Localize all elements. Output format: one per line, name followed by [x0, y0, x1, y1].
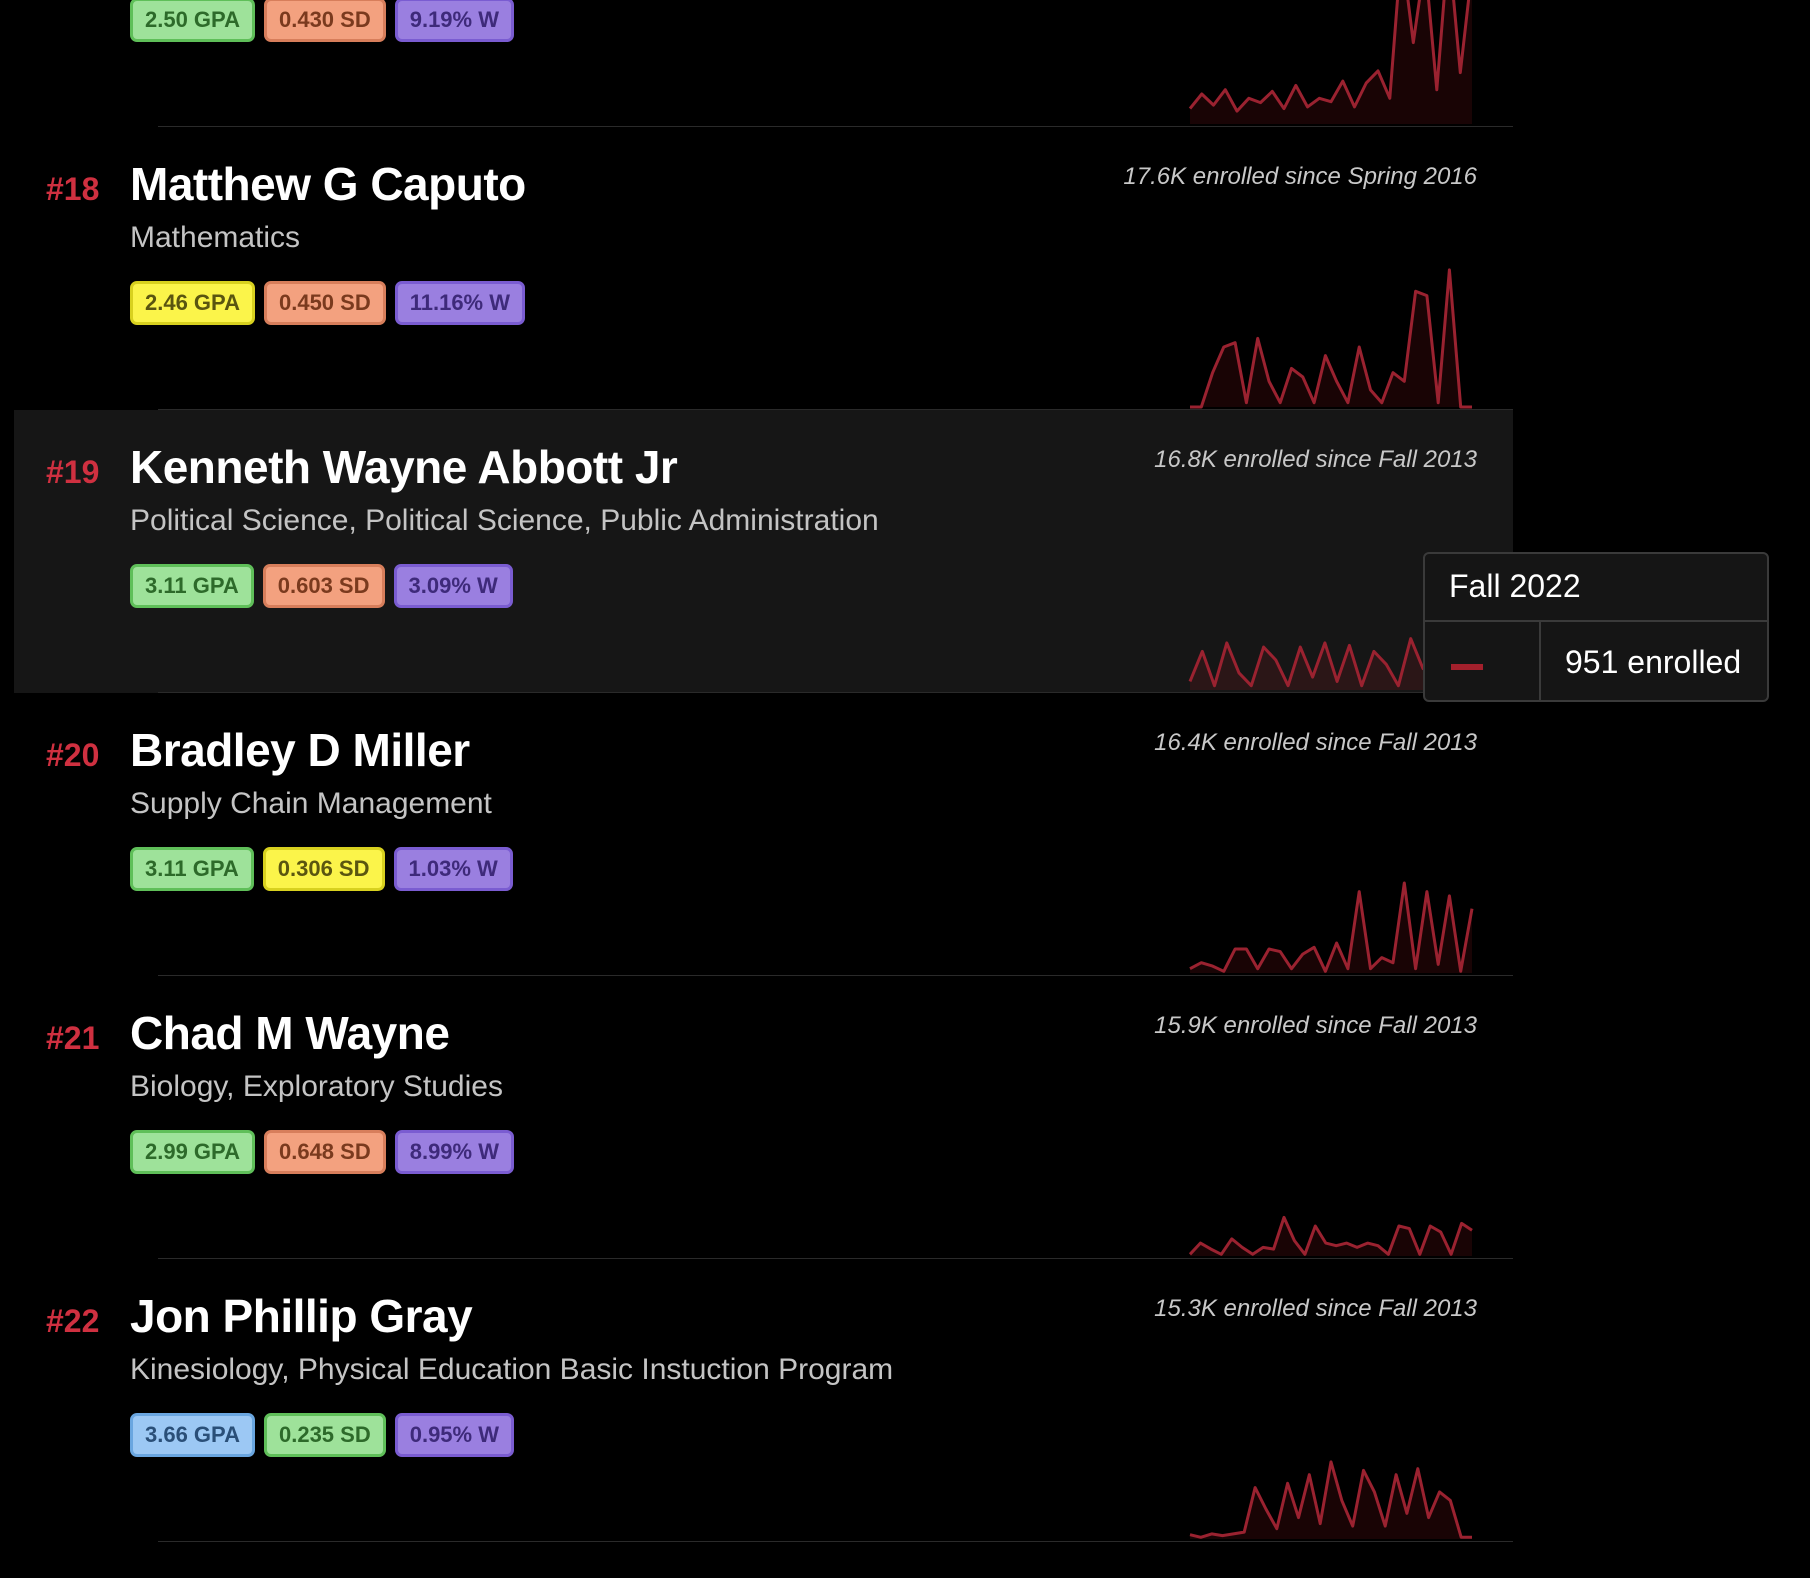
stat-badge: 0.648 SD	[263, 1130, 386, 1174]
professor-row[interactable]: #20 Bradley D Miller Supply Chain Manageme…	[0, 693, 1810, 976]
professor-row[interactable]: #18 Matthew G Caputo Mathematics 2.46 GPA 0.…	[0, 127, 1810, 410]
stat-badge: 0.450 SD	[263, 281, 386, 325]
enrollment-summary: 15.9K enrolled since Fall 2013	[1154, 1012, 1477, 1039]
professor-name[interactable]: Matthew G Caputo	[130, 157, 526, 211]
stat-badge: 2.46 GPA	[130, 281, 255, 325]
stat-badges: 3.11 GPA 0.306 SD 1.03% W	[130, 847, 513, 891]
rank-label: #21	[46, 1020, 100, 1056]
enrollment-sparkline[interactable]	[1188, 1056, 1473, 1256]
enrollment-sparkline[interactable]	[1188, 0, 1472, 124]
enrollment-summary: 17.6K enrolled since Spring 2016	[1123, 163, 1477, 190]
enrollment-sparkline[interactable]	[1189, 1339, 1472, 1539]
professor-row[interactable]: #22 Jon Phillip Gray Kinesiology, Physical…	[0, 1259, 1810, 1542]
enrollment-summary: 16.8K enrolled since Fall 2013	[1154, 446, 1477, 473]
stat-badge: 8.99% W	[394, 1130, 514, 1174]
stat-badge: 3.11 GPA	[130, 847, 254, 891]
tooltip-column-divider	[1539, 620, 1541, 700]
stat-badges: 2.50 GPA 0.430 SD 9.19% W	[130, 0, 514, 42]
series-swatch-icon	[1451, 664, 1483, 670]
professor-name[interactable]: Bradley D Miller	[130, 723, 470, 777]
stat-badges: 3.66 GPA 0.235 SD 0.95% W	[130, 1413, 514, 1457]
stat-badge: 0.306 SD	[262, 847, 385, 891]
stat-badge: 11.16% W	[394, 281, 525, 325]
stat-badge: 0.95% W	[394, 1413, 514, 1457]
chart-tooltip: Fall 2022 951 enrolled	[1423, 552, 1769, 702]
stat-badge: 2.99 GPA	[130, 1130, 255, 1174]
professor-row[interactable]: #17Lisa M CappellettiMathematics, Explor…	[0, 0, 1810, 127]
tooltip-term: Fall 2022	[1449, 568, 1581, 604]
sparkline-area	[1190, 1217, 1472, 1256]
stat-badge: 9.19% W	[394, 0, 514, 42]
stat-badge: 3.11 GPA	[130, 564, 254, 608]
tooltip-divider	[1425, 620, 1767, 622]
stat-badge: 0.235 SD	[263, 1413, 386, 1457]
professor-name[interactable]: Kenneth Wayne Abbott Jr	[130, 440, 678, 494]
professor-list: #17Lisa M CappellettiMathematics, Explor…	[0, 0, 1810, 1542]
stat-badge: 3.09% W	[393, 564, 513, 608]
stat-badges: 2.46 GPA 0.450 SD 11.16% W	[130, 281, 525, 325]
stat-badges: 3.11 GPA 0.603 SD 3.09% W	[130, 564, 513, 608]
stat-badge: 0.430 SD	[263, 0, 386, 42]
rank-label: #19	[46, 454, 100, 490]
stat-badge: 1.03% W	[393, 847, 513, 891]
row-divider	[158, 1541, 1513, 1542]
rank-label: #18	[46, 171, 100, 207]
professor-row[interactable]: #21 Chad M Wayne Biology, Exploratory Stud…	[0, 976, 1810, 1259]
sparkline-area	[1190, 1461, 1472, 1539]
enrollment-sparkline[interactable]	[1189, 773, 1474, 973]
department-list: Biology, Exploratory Studies	[130, 1070, 503, 1103]
professor-name[interactable]: Chad M Wayne	[130, 1006, 450, 1060]
sparkline-area	[1190, 269, 1472, 407]
department-list: Kinesiology, Physical Education Basic In…	[130, 1353, 894, 1386]
enrollment-summary: 15.3K enrolled since Fall 2013	[1154, 1295, 1477, 1322]
enrollment-summary: 16.4K enrolled since Fall 2013	[1154, 729, 1477, 756]
enrollment-sparkline[interactable]	[1190, 207, 1472, 409]
department-list: Political Science, Political Science, Pu…	[130, 504, 879, 537]
stat-badge: 0.603 SD	[262, 564, 385, 608]
department-list: Supply Chain Management	[130, 787, 492, 820]
rank-label: #22	[46, 1303, 100, 1339]
stat-badge: 3.66 GPA	[130, 1413, 255, 1457]
rank-label: #20	[46, 737, 100, 773]
department-list: Mathematics	[130, 221, 301, 254]
tooltip-value: 951 enrolled	[1565, 644, 1742, 680]
stat-badges: 2.99 GPA 0.648 SD 8.99% W	[130, 1130, 514, 1174]
stat-badge: 2.50 GPA	[130, 0, 255, 42]
professor-name[interactable]: Jon Phillip Gray	[130, 1289, 473, 1343]
